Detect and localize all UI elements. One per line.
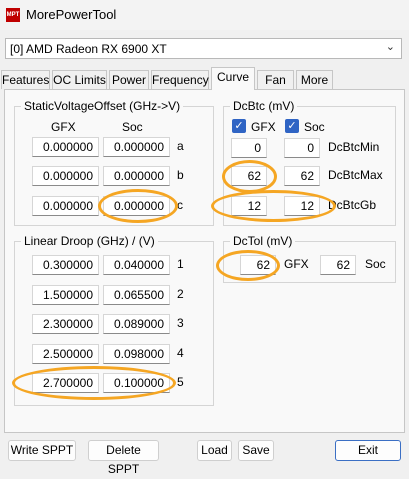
- dcbtc-gfx-checkbox[interactable]: ✓: [232, 119, 246, 133]
- tab-fan[interactable]: Fan: [257, 70, 294, 89]
- svo-a-label: a: [177, 139, 184, 153]
- dctol-title: DcTol (mV): [230, 234, 296, 248]
- tab-frequency[interactable]: Frequency: [151, 70, 209, 89]
- dcbtc-gfx-label: GFX: [251, 120, 276, 134]
- dcbtc-soc-label: Soc: [304, 120, 325, 134]
- droop-1-ghz-field[interactable]: 0.300000: [32, 255, 99, 275]
- chevron-down-icon[interactable]: ⌄: [386, 40, 395, 53]
- dcbtc-soc-checkbox[interactable]: ✓: [285, 119, 299, 133]
- droop-4-ghz-field[interactable]: 2.500000: [32, 344, 99, 364]
- dcbtcmax-gfx-field[interactable]: 62: [231, 166, 267, 186]
- svo-b-soc-field[interactable]: 0.000000: [103, 166, 170, 186]
- title-bar: MPT MorePowerTool: [0, 0, 409, 30]
- droop-2-ghz-field[interactable]: 1.500000: [32, 285, 99, 305]
- device-select[interactable]: [0] AMD Radeon RX 6900 XT ⌄: [5, 38, 402, 59]
- dctol-gfx-field[interactable]: 62: [240, 255, 276, 275]
- dcbtcmax-soc-field[interactable]: 62: [284, 166, 320, 186]
- tab-oc-limits[interactable]: OC Limits: [52, 70, 107, 89]
- droop-2-label: 2: [177, 287, 184, 301]
- exit-button[interactable]: Exit: [335, 440, 401, 461]
- tab-more[interactable]: More: [296, 70, 333, 89]
- device-select-value: [0] AMD Radeon RX 6900 XT: [10, 42, 167, 56]
- dctol-gfx-label: GFX: [284, 257, 309, 271]
- window-title: MorePowerTool: [26, 7, 117, 22]
- tab-features[interactable]: Features: [1, 70, 50, 89]
- droop-5-v-field[interactable]: 0.100000: [103, 373, 170, 393]
- svo-b-gfx-field[interactable]: 0.000000: [32, 166, 99, 186]
- droop-4-v-field[interactable]: 0.098000: [103, 344, 170, 364]
- svo-a-soc-field[interactable]: 0.000000: [103, 137, 170, 157]
- droop-1-v-field[interactable]: 0.040000: [103, 255, 170, 275]
- delete-sppt-button[interactable]: Delete SPPT: [88, 440, 159, 476]
- dctol-soc-field[interactable]: 62: [320, 255, 356, 275]
- dcbtc-title: DcBtc (mV): [230, 99, 298, 113]
- svo-a-gfx-field[interactable]: 0.000000: [32, 137, 99, 157]
- droop-1-label: 1: [177, 257, 184, 271]
- linear-droop-title: Linear Droop (GHz) / (V): [21, 234, 158, 248]
- write-sppt-button[interactable]: Write SPPT: [8, 440, 76, 461]
- app-icon: MPT: [6, 8, 20, 22]
- droop-4-label: 4: [177, 346, 184, 360]
- static-voltage-offset-title: StaticVoltageOffset (GHz->V): [21, 99, 184, 113]
- dctol-soc-label: Soc: [365, 257, 386, 271]
- dcbtcgb-label: DcBtcGb: [328, 198, 377, 212]
- svo-soc-header: Soc: [122, 120, 143, 134]
- load-button[interactable]: Load: [197, 440, 232, 461]
- dcbtcmax-label: DcBtcMax: [328, 168, 383, 182]
- dcbtcmin-soc-field[interactable]: 0: [284, 138, 320, 158]
- tab-curve[interactable]: Curve: [211, 67, 255, 90]
- droop-5-ghz-field[interactable]: 2.700000: [32, 373, 99, 393]
- svo-c-gfx-field[interactable]: 0.000000: [32, 196, 99, 216]
- dcbtcmin-label: DcBtcMin: [328, 140, 380, 154]
- droop-3-label: 3: [177, 316, 184, 330]
- dcbtcgb-soc-field[interactable]: 12: [284, 196, 320, 216]
- svo-b-label: b: [177, 168, 184, 182]
- droop-3-v-field[interactable]: 0.089000: [103, 314, 170, 334]
- droop-5-label: 5: [177, 375, 184, 389]
- save-button[interactable]: Save: [238, 440, 274, 461]
- droop-2-v-field[interactable]: 0.065500: [103, 285, 170, 305]
- svo-c-soc-field[interactable]: 0.000000: [103, 196, 170, 216]
- svo-c-label: c: [177, 198, 183, 212]
- dcbtcmin-gfx-field[interactable]: 0: [231, 138, 267, 158]
- droop-3-ghz-field[interactable]: 2.300000: [32, 314, 99, 334]
- dcbtcgb-gfx-field[interactable]: 12: [231, 196, 267, 216]
- tab-power[interactable]: Power: [109, 70, 149, 89]
- svo-gfx-header: GFX: [51, 120, 76, 134]
